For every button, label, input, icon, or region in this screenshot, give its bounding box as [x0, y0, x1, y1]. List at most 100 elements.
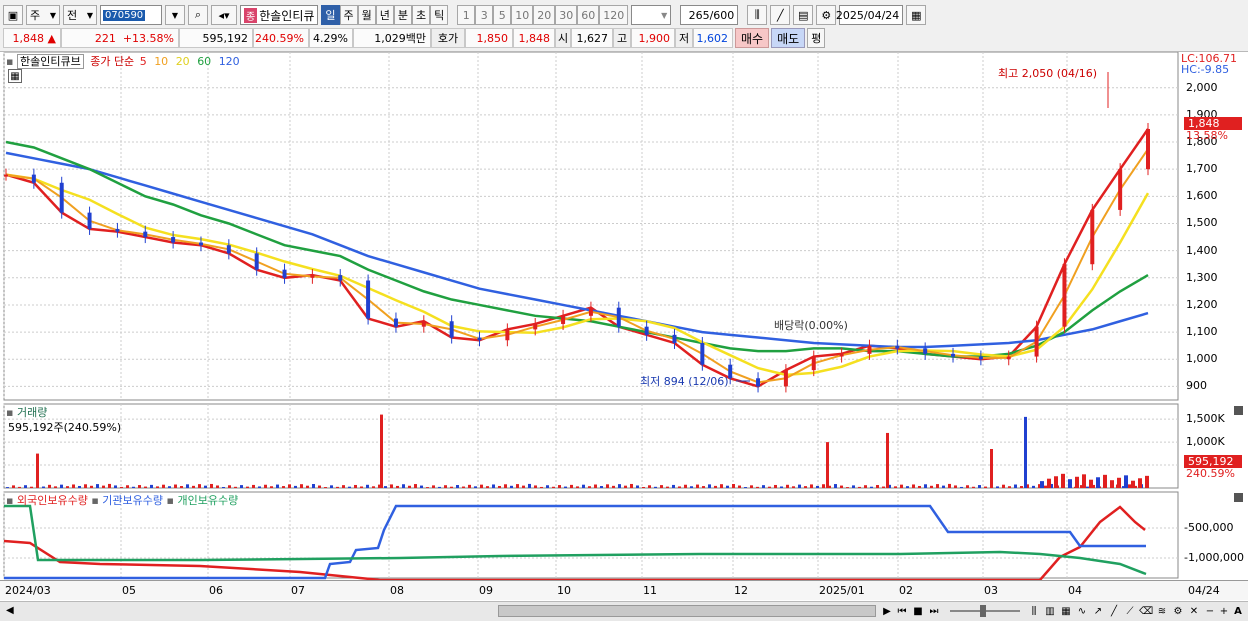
volume-tick-label: 1,000K — [1186, 435, 1225, 449]
legend-marker: ▪ — [166, 494, 174, 507]
y-tick-label: 2,000 — [1186, 80, 1218, 94]
volume-bar — [672, 484, 675, 488]
scroll-thumb[interactable] — [498, 605, 876, 617]
holdings-line-individual — [4, 504, 1147, 576]
prev-select-label: 전 — [67, 9, 78, 22]
legend-stock-name: 한솔인티큐브 — [16, 54, 84, 69]
volume-bar — [240, 485, 243, 488]
zoom-in-icon[interactable]: + — [1217, 604, 1231, 618]
tab-period-minute[interactable]: 분 — [393, 5, 413, 25]
zoom-out-icon[interactable]: − — [1203, 604, 1217, 618]
stock-code-input[interactable]: 070590 — [100, 5, 162, 25]
x-tick-label: 08 — [390, 584, 404, 597]
x-tick-label: 04 — [1068, 584, 1082, 597]
calendar-icon[interactable]: ▦ — [906, 5, 927, 25]
scroll-right-icon[interactable]: ▶ — [880, 604, 894, 618]
chart-area[interactable]: ▪ 한솔인티큐브 종가 단순 5 10 20 60 120 ▦ LC:106.7… — [0, 52, 1248, 604]
interval-button[interactable]: 3 — [475, 5, 494, 25]
volume-bar — [708, 484, 711, 488]
table-icon[interactable]: ▦ — [8, 69, 22, 83]
volume-bar — [1086, 486, 1089, 488]
date-input[interactable]: 2025/04/24 — [836, 5, 904, 25]
tab-period-day[interactable]: 일 — [321, 5, 340, 25]
sound-icon[interactable]: ◂▾ — [211, 5, 237, 25]
volume-bar — [264, 484, 267, 488]
line-chart-icon[interactable]: ∿ — [1075, 604, 1089, 618]
eraser-icon[interactable]: ⌫ — [1139, 604, 1153, 618]
stop-icon[interactable]: ■ — [911, 604, 925, 618]
search-icon[interactable]: ⌕ — [188, 5, 208, 25]
line-icon[interactable]: ╱ — [1107, 604, 1121, 618]
candle-body — [867, 345, 872, 354]
grid-icon[interactable]: ▦ — [1059, 604, 1073, 618]
volume-bar — [426, 487, 429, 488]
window-icon[interactable]: ▣ — [3, 5, 23, 25]
trade-amount: 1,029백만 — [353, 28, 431, 48]
candle-body — [1146, 128, 1150, 170]
cross-icon[interactable]: ✕ — [1187, 604, 1201, 618]
volume-bar — [246, 486, 249, 488]
volume-bar — [132, 486, 135, 488]
y-tick-label: 1,200 — [1186, 297, 1218, 311]
prev-select[interactable]: 전 ▼ — [63, 5, 97, 25]
y-tick-label: 1,300 — [1186, 270, 1218, 284]
volume-bar — [900, 484, 903, 488]
interval-button[interactable]: 5 — [493, 5, 512, 25]
tab-period-second[interactable]: 초 — [412, 5, 431, 25]
rewind-icon[interactable]: ⏮ — [895, 604, 909, 618]
volume-bar — [594, 484, 597, 488]
volume-bar — [330, 485, 333, 488]
sell-button[interactable]: 매도 — [771, 28, 806, 48]
volume-bar — [648, 485, 651, 488]
volume-bar — [96, 484, 99, 488]
y-tick-label: 1,500 — [1186, 216, 1218, 230]
interval-button[interactable]: 30 — [555, 5, 578, 25]
y-tick-label: 1,400 — [1186, 243, 1218, 257]
interval-custom-input[interactable]: ▼ — [631, 5, 672, 25]
volume-bar — [348, 486, 351, 488]
bar-icon[interactable]: ▥ — [1043, 604, 1057, 618]
tab-period-week[interactable]: 주 — [339, 5, 358, 25]
volume-bar — [300, 484, 303, 488]
arrow-icon[interactable]: ↗ — [1091, 604, 1105, 618]
interval-button[interactable]: 60 — [577, 5, 600, 25]
scrollbar[interactable]: ◀ ▶ ⏮ ■ ⏭ ⫼ ▥ ▦ ∿ ↗ ╱ ⟋ ⌫ ≋ ⚙ ✕ − + A — [0, 601, 1248, 621]
volume-bar — [870, 486, 873, 488]
interval-button[interactable]: 10 — [511, 5, 534, 25]
stock-name-box[interactable]: 종 한솔인티큐 — [240, 5, 319, 25]
candle-type-icon[interactable]: ⫼ — [1027, 604, 1041, 618]
eval-button[interactable]: 평 — [807, 28, 826, 48]
volume-bar — [210, 483, 213, 488]
buy-button[interactable]: 매수 — [735, 28, 770, 48]
trend-icon[interactable]: ⟋ — [1123, 604, 1137, 618]
tab-period-month[interactable]: 월 — [357, 5, 376, 25]
interval-button[interactable]: 120 — [599, 5, 629, 25]
gear-icon[interactable]: ⚙ — [816, 5, 837, 25]
volume-spike-bar — [1024, 416, 1027, 488]
x-tick-label: 2025/01 — [819, 584, 865, 597]
candle-icon[interactable]: ⫼ — [747, 5, 768, 25]
volume-bar — [78, 485, 81, 488]
scroll-left-icon[interactable]: ◀ — [6, 605, 14, 616]
tab-period-year[interactable]: 년 — [375, 5, 394, 25]
save-icon[interactable]: ▤ — [793, 5, 814, 25]
close-icon[interactable] — [1234, 406, 1243, 415]
interval-button[interactable]: 20 — [533, 5, 556, 25]
zoom-slider-handle[interactable] — [980, 605, 986, 617]
gear-icon[interactable]: ⚙ — [1171, 604, 1185, 618]
market-select[interactable]: 주 ▼ — [26, 5, 60, 25]
draw-line-icon[interactable]: ╱ — [770, 5, 791, 25]
volume-bar — [756, 486, 759, 488]
interval-button[interactable]: 1 — [457, 5, 476, 25]
font-size-icon[interactable]: A — [1231, 604, 1245, 618]
legend-institution: 기관보유수량 — [102, 494, 164, 507]
count-input[interactable]: 265/600 — [680, 5, 739, 25]
volume-bar — [450, 486, 453, 488]
forward-icon[interactable]: ⏭ — [927, 604, 941, 618]
open-price: 1,627 — [571, 28, 613, 48]
close-icon[interactable] — [1234, 493, 1243, 502]
code-dropdown-icon[interactable]: ▼ — [165, 5, 185, 25]
tab-period-tick[interactable]: 틱 — [430, 5, 449, 25]
volume-current-pct: 240.59% — [1186, 467, 1235, 480]
fibonacci-icon[interactable]: ≋ — [1155, 604, 1169, 618]
